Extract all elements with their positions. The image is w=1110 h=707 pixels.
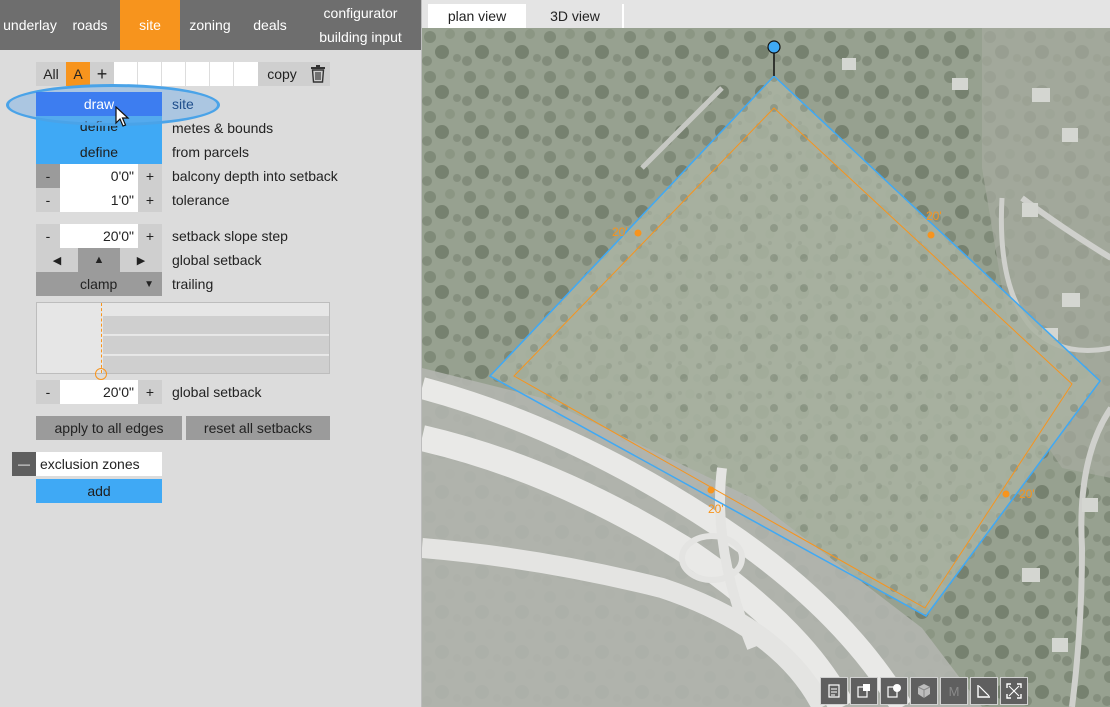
cube-icon[interactable] [910, 677, 938, 705]
trash-icon[interactable] [306, 62, 330, 86]
rotation-handle[interactable] [767, 40, 781, 54]
balcony-depth-label: balcony depth into setback [172, 168, 338, 184]
setback-up-arrow[interactable]: ▲ [78, 248, 120, 272]
nav-tab-building-input[interactable]: building input [300, 29, 421, 45]
chevron-down-icon: ▼ [144, 278, 154, 290]
nav-tab-site[interactable]: site [120, 0, 180, 50]
nav-tab-zoning[interactable]: zoning [180, 0, 240, 50]
setback-edge-handle[interactable] [707, 486, 715, 494]
house [1032, 88, 1050, 102]
define-metes-button[interactable]: define [36, 116, 162, 140]
profile-setback-line [101, 303, 102, 373]
site-slot[interactable] [234, 62, 258, 86]
profile-band [103, 336, 329, 355]
site-slot[interactable] [210, 62, 234, 86]
draw-site-button[interactable]: draw [36, 92, 162, 116]
tab-plan-view[interactable]: plan view [428, 4, 526, 28]
house [1062, 128, 1078, 142]
house [952, 78, 968, 90]
left-panel: underlay roads site zoning deals configu… [0, 0, 421, 707]
map-canvas[interactable]: 20' 20' 20' 20' [422, 28, 1110, 707]
from-parcels-label: from parcels [172, 144, 250, 160]
add-exclusion-zone-button[interactable]: add [36, 479, 162, 503]
setback-dimension-label: 20' [708, 502, 724, 516]
tolerance-field[interactable]: 1'0" [60, 188, 138, 212]
add-site-button[interactable]: + [90, 62, 114, 86]
profile-band [103, 316, 329, 335]
site-slot[interactable] [186, 62, 210, 86]
setback-edge-handle[interactable] [1002, 490, 1010, 498]
metes-bounds-label: metes & bounds [172, 120, 274, 136]
trailing-label: trailing [172, 276, 214, 292]
house [1082, 498, 1098, 512]
slope-decrement-button[interactable]: - [36, 224, 60, 248]
site-slot[interactable] [162, 62, 186, 86]
tolerance-increment-button[interactable]: + [138, 188, 162, 212]
house [1022, 568, 1040, 582]
apply-to-all-edges-button[interactable]: apply to all edges [36, 416, 182, 440]
m-mode-button[interactable]: M [940, 677, 968, 705]
setback-dimension-label: 20' [1019, 487, 1035, 501]
setback-dimension-label: 20' [612, 225, 628, 239]
setback-right-arrow[interactable]: ▶ [120, 248, 162, 272]
site-slot[interactable] [114, 62, 138, 86]
nav-tab-deals[interactable]: deals [240, 0, 300, 50]
exclusion-zones-header: exclusion zones [36, 452, 162, 476]
global-setback-direction-label: global setback [172, 252, 262, 268]
define-metes-label: define [79, 118, 119, 134]
tolerance-decrement-button[interactable]: - [36, 188, 60, 212]
top-nav: underlay roads site zoning deals configu… [0, 0, 421, 50]
fullscreen-icon[interactable] [1000, 677, 1028, 705]
layers-icon[interactable] [850, 677, 878, 705]
trailing-select[interactable]: clamp ▼ [36, 272, 162, 296]
house [1062, 293, 1080, 307]
mouse-cursor-icon [115, 105, 131, 128]
site-slot[interactable] [138, 62, 162, 86]
aerial-map-svg[interactable]: 20' 20' 20' 20' [422, 28, 1110, 707]
slope-step-field[interactable]: 20'0" [60, 224, 138, 248]
setback-dimension-label: 20' [926, 209, 942, 223]
measure-icon[interactable] [970, 677, 998, 705]
profile-band [103, 356, 329, 373]
nav-tab-underlay[interactable]: underlay [0, 0, 60, 50]
tolerance-label: tolerance [172, 192, 230, 208]
balcony-depth-field[interactable]: 0'0" [60, 164, 138, 188]
nav-tab-configurator[interactable]: configurator [300, 5, 421, 21]
app-root: underlay roads site zoning deals configu… [0, 0, 1110, 707]
nav-configurator-group: configurator building input [300, 0, 421, 50]
nav-tab-roads[interactable]: roads [60, 0, 120, 50]
global-setback-increment-button[interactable]: + [138, 380, 162, 404]
define-parcels-button[interactable]: define [36, 140, 162, 164]
global-setback-decrement-button[interactable]: - [36, 380, 60, 404]
global-setback-field[interactable]: 20'0" [60, 380, 138, 404]
setback-edge-handle[interactable] [634, 229, 642, 237]
slope-increment-button[interactable]: + [138, 224, 162, 248]
overlay-icon[interactable] [880, 677, 908, 705]
copy-site-button[interactable]: copy [258, 62, 306, 86]
tab-3d-view[interactable]: 3D view [528, 4, 624, 28]
draw-site-label: site [172, 96, 194, 112]
trailing-select-value: clamp [80, 276, 118, 292]
balcony-increment-button[interactable]: + [138, 164, 162, 188]
setback-profile-graph[interactable] [36, 302, 330, 380]
house [1022, 203, 1038, 217]
site-all-button[interactable]: All [36, 62, 66, 86]
reset-all-setbacks-button[interactable]: reset all setbacks [186, 416, 330, 440]
site-a-tab[interactable]: A [66, 62, 90, 86]
balcony-decrement-button[interactable]: - [36, 164, 60, 188]
map-panel: plan view 3D view 20' 20' 20' 20' M [421, 0, 1110, 707]
house [842, 58, 856, 70]
global-setback-label: global setback [172, 384, 262, 400]
setback-edge-handle[interactable] [927, 231, 935, 239]
setback-left-arrow[interactable]: ◀ [36, 248, 78, 272]
slope-step-label: setback slope step [172, 228, 288, 244]
house [1052, 638, 1068, 652]
report-icon[interactable] [820, 677, 848, 705]
profile-handle[interactable] [95, 368, 107, 380]
collapse-exclusion-button[interactable]: — [12, 452, 36, 476]
